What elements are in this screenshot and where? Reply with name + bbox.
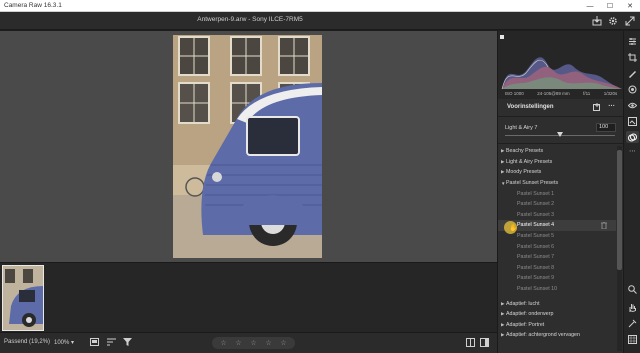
zoom-value: 100% (54, 340, 70, 346)
star-rating[interactable]: ☆ ☆ ☆ ☆ ☆ (212, 337, 295, 349)
chevron-right-icon: ▶ (501, 169, 505, 175)
preview-photo[interactable] (173, 35, 322, 258)
preset-group-light-airy[interactable]: ▶ Light & Airy Presets (498, 157, 616, 168)
adaptive-group-sky[interactable]: ▶ Adaptief: lucht (498, 298, 616, 309)
filter-icon[interactable] (123, 338, 132, 348)
window-controls: — ☐ ✕ (580, 0, 640, 12)
sort-icon[interactable] (107, 338, 116, 348)
more-options-icon[interactable]: … (608, 101, 615, 108)
presets-icon[interactable] (626, 131, 639, 143)
amount-label: Light & Airy 7 (505, 125, 538, 131)
star-icon[interactable]: ☆ (280, 339, 286, 347)
red-eye-icon[interactable] (626, 99, 639, 111)
preset-item[interactable]: Pastel Sunset 7 (498, 252, 616, 263)
preset-item[interactable]: Pastel Sunset 2 (498, 199, 616, 210)
chevron-right-icon: ▶ (501, 332, 505, 338)
hand-icon[interactable] (626, 301, 639, 313)
star-icon[interactable]: ☆ (235, 339, 241, 347)
presets-title: Voorinstellingen (507, 104, 554, 110)
preset-amount: Light & Airy 7 100 (498, 123, 624, 141)
fit-zoom-label[interactable]: Passend (19,2%) (4, 339, 50, 345)
file-title: Antwerpen-9.arw - Sony ILCE-7RM5 (197, 16, 303, 23)
star-icon[interactable]: ☆ (265, 339, 271, 347)
preset-item[interactable]: Pastel Sunset 3 (498, 210, 616, 221)
preset-scrollbar[interactable] (617, 146, 622, 351)
amount-slider-thumb[interactable] (557, 132, 563, 137)
minimize-button[interactable]: — (580, 0, 600, 12)
zoom-select[interactable]: 100% ▾ (54, 339, 74, 346)
pointer-cursor-icon: ✋ (509, 225, 518, 232)
chevron-right-icon: ▶ (501, 321, 505, 327)
adaptive-group-portrait[interactable]: ▶ Adaptief: Portret (498, 320, 616, 331)
preset-item[interactable]: Pastel Sunset 6 (498, 241, 616, 252)
expand-icon[interactable] (624, 15, 636, 27)
sampler-icon[interactable] (626, 317, 639, 329)
divider (498, 143, 624, 144)
histogram[interactable]: ISO 1000 24-105@89 mm f/11 1/320s (498, 31, 624, 99)
grid-toggle-icon[interactable] (626, 333, 639, 345)
edit-icon[interactable] (626, 35, 639, 47)
gear-icon[interactable] (607, 15, 619, 27)
presets-header: Voorinstellingen … (498, 101, 624, 115)
title-bar: Camera Raw 16.3.1 — ☐ ✕ (0, 0, 640, 12)
chevron-right-icon: ▶ (501, 148, 505, 154)
lens-value: 24-105@89 mm (537, 91, 570, 96)
window-title: Camera Raw 16.3.1 (4, 2, 62, 9)
preset-item[interactable]: Pastel Sunset 1 (498, 188, 616, 199)
chevron-down-icon: ▾ (71, 340, 75, 346)
shutter-value: 1/320s (603, 91, 618, 96)
snapshot-icon[interactable] (626, 115, 639, 127)
star-icon[interactable]: ☆ (220, 339, 226, 347)
more-tools-icon[interactable]: ⋯ (626, 145, 639, 157)
preset-group-beachy[interactable]: ▶ Beachy Presets (498, 146, 616, 157)
preset-item[interactable]: Pastel Sunset 9 (498, 273, 616, 284)
compare-view-icon[interactable] (480, 338, 489, 349)
right-panel: ISO 1000 24-105@89 mm f/11 1/320s Voorin… (497, 31, 624, 353)
adaptive-group-subject[interactable]: ▶ Adaptief: onderwerp (498, 309, 616, 320)
tool-strip: ⋯ (623, 31, 640, 353)
preset-item-label: Pastel Sunset 4 (517, 222, 555, 229)
chevron-right-icon: ▶ (501, 158, 505, 164)
amount-input[interactable]: 100 (596, 123, 616, 132)
iso-value: ISO 1000 (504, 91, 524, 96)
aperture-value: f/11 (583, 91, 591, 96)
scrollbar-thumb[interactable] (617, 150, 622, 270)
filmstrip (0, 262, 497, 332)
preset-list: ▶ Beachy Presets ▶ Light & Airy Presets ▶ M… (498, 146, 616, 341)
before-after-icon[interactable] (466, 338, 475, 349)
chevron-right-icon: ▶ (501, 311, 505, 317)
star-icon[interactable]: ☆ (250, 339, 256, 347)
filmstrip-view-icon[interactable] (90, 338, 99, 348)
preset-item[interactable]: Pastel Sunset 10 (498, 284, 616, 295)
bottom-toolbar: Passend (19,2%) 100% ▾ ☆ ☆ ☆ ☆ ☆ (0, 332, 497, 353)
save-icon[interactable] (591, 15, 603, 27)
new-preset-icon[interactable] (593, 103, 601, 113)
preset-group-moody[interactable]: ▶ Moody Presets (498, 167, 616, 178)
close-button[interactable]: ✕ (620, 0, 640, 12)
filmstrip-thumbnail[interactable] (2, 265, 44, 331)
divider (498, 116, 624, 117)
adaptive-group-blur-background[interactable]: ▶ Adaptief: achtergrond vervagen (498, 330, 616, 341)
zoom-icon[interactable] (626, 283, 639, 295)
preset-item[interactable]: Pastel Sunset 8 (498, 263, 616, 274)
app-header: Antwerpen-9.arw - Sony ILCE-7RM5 (0, 12, 640, 30)
chevron-down-icon: ▼ (501, 180, 506, 186)
maximize-button[interactable]: ☐ (600, 0, 620, 12)
heal-icon[interactable] (626, 67, 639, 79)
mask-icon[interactable] (626, 83, 639, 95)
preset-group-pastel-sunset[interactable]: ▼ Pastel Sunset Presets (498, 178, 616, 189)
chevron-right-icon: ▶ (501, 300, 505, 306)
exif-info: ISO 1000 24-105@89 mm f/11 1/320s (498, 91, 624, 96)
preset-item[interactable]: Pastel Sunset 5 (498, 231, 616, 242)
crop-icon[interactable] (626, 51, 639, 63)
